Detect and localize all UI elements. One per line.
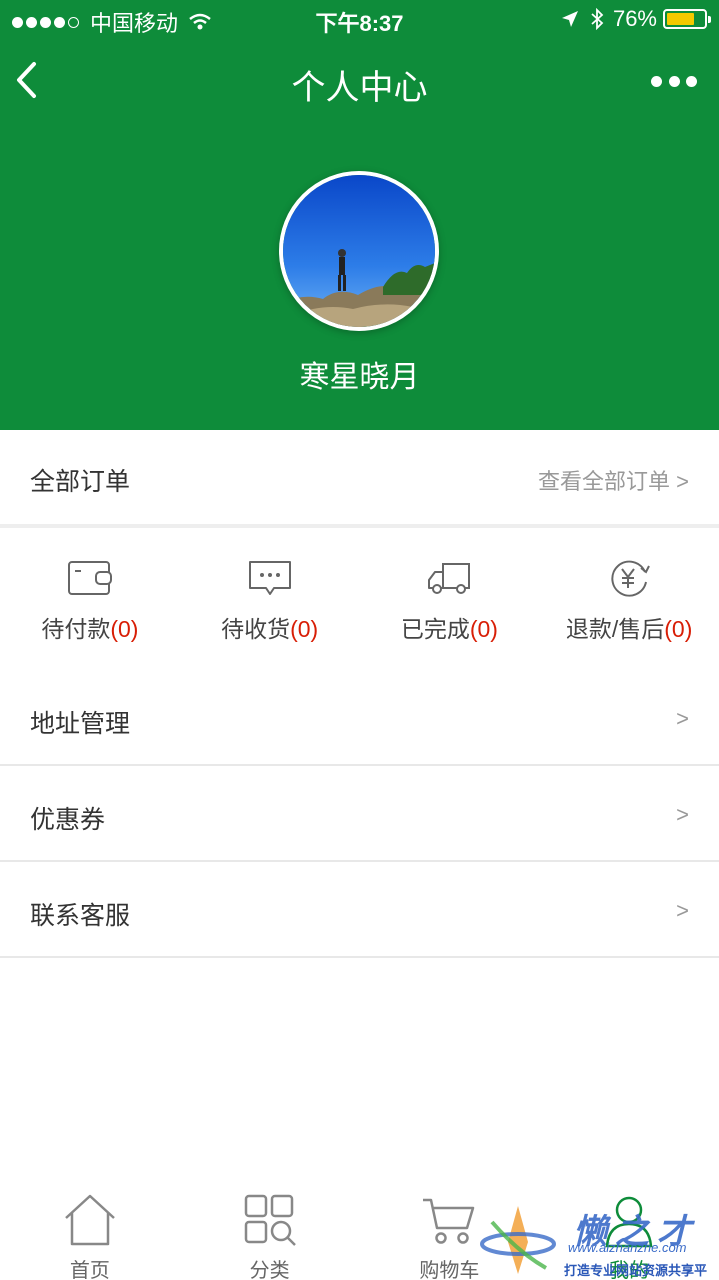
status-pending-payment[interactable]: 待付款(0): [0, 528, 180, 658]
battery-level: [667, 13, 695, 25]
status-label: 待付款: [41, 616, 111, 642]
wallet-icon: [67, 561, 112, 595]
status-refund-aftersale[interactable]: 退款/售后(0): [539, 528, 719, 658]
message-icon: [248, 561, 291, 595]
status-label: 已完成: [400, 616, 470, 642]
truck-icon: [428, 563, 471, 594]
tab-category[interactable]: 分类: [180, 1180, 360, 1280]
cart-icon: [423, 1198, 475, 1244]
user-icon: [605, 1196, 653, 1248]
status-label: 待收货: [221, 616, 291, 642]
chevron-right-icon: >: [676, 802, 689, 827]
status-right: 76%: [561, 6, 711, 32]
tab-cart[interactable]: 购物车: [360, 1180, 540, 1280]
tab-label: 我的: [609, 1260, 650, 1280]
menu-label: 优惠券: [30, 806, 106, 834]
chevron-right-icon: >: [676, 706, 689, 731]
profile-header: 中国移动 下午8:37 76% 个人中心 寒星晓月: [0, 0, 719, 430]
tab-bar: 首页 分类 购物车 我的: [0, 1180, 719, 1280]
chevron-right-icon: >: [676, 898, 689, 923]
status-count: (0): [290, 616, 319, 642]
page-title: 个人中心: [291, 69, 428, 107]
tab-label: 购物车: [419, 1260, 480, 1280]
nav-bar: 个人中心: [0, 44, 719, 120]
location-arrow-icon: [561, 11, 578, 27]
status-label: 退款/售后: [565, 616, 665, 642]
status-bar: 中国移动 下午8:37 76%: [0, 0, 719, 40]
menu-label: 地址管理: [30, 710, 131, 738]
status-completed[interactable]: 已完成(0): [360, 528, 540, 658]
menu-coupons[interactable]: 优惠券 >: [0, 766, 719, 862]
home-icon: [65, 1194, 115, 1246]
all-orders-title: 全部订单: [30, 468, 131, 496]
category-grid-icon: [244, 1194, 296, 1246]
refund-yen-icon: [611, 560, 651, 597]
battery-icon: [663, 9, 711, 29]
menu-label: 联系客服: [30, 902, 131, 930]
battery-percent: 76%: [612, 6, 657, 31]
page: 中国移动 下午8:37 76% 个人中心 寒星晓月 全部订单 查看全部订单 > …: [0, 0, 719, 1280]
status-count: (0): [664, 616, 693, 642]
tab-home[interactable]: 首页: [0, 1180, 180, 1280]
username: 寒星晓月: [299, 361, 420, 394]
bluetooth-icon: [591, 8, 604, 30]
view-all-orders-link[interactable]: 查看全部订单 >: [538, 464, 689, 496]
avatar-photo: [283, 175, 435, 327]
status-count: (0): [469, 616, 498, 642]
tab-label: 分类: [249, 1260, 290, 1280]
order-status-bar: 待付款(0) 待收货(0) 已完成(0) 退款/售后(0): [0, 528, 719, 658]
tab-label: 首页: [69, 1260, 110, 1280]
avatar[interactable]: [279, 171, 439, 331]
status-count: (0): [110, 616, 139, 642]
status-awaiting-delivery[interactable]: 待收货(0): [180, 528, 360, 658]
all-orders-row[interactable]: 全部订单 查看全部订单 >: [0, 430, 719, 524]
tab-mine[interactable]: 我的: [539, 1180, 719, 1280]
menu-customer-service[interactable]: 联系客服 >: [0, 862, 719, 958]
more-dots-icon[interactable]: [651, 72, 697, 90]
menu-address-management[interactable]: 地址管理 >: [0, 670, 719, 766]
